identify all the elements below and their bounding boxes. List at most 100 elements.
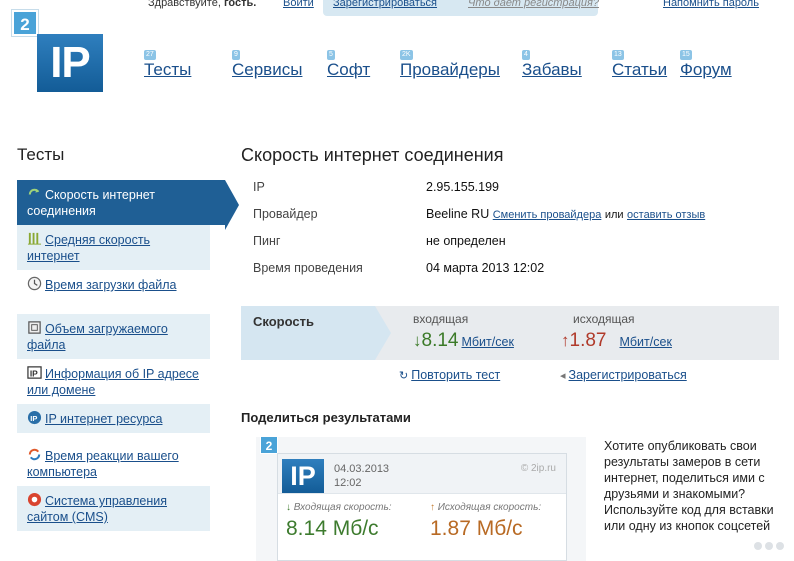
nav-item-services[interactable]: 9 Сервисы <box>232 50 302 80</box>
nav-label[interactable]: Тесты <box>144 60 191 80</box>
share-card-incoming-value: 8.14 Мб/с <box>286 517 379 540</box>
nav-item-fun[interactable]: 4 Забавы <box>522 50 582 80</box>
login-link[interactable]: Войти <box>283 0 314 9</box>
share-card-datetime: 04.03.2013 12:02 <box>334 462 389 490</box>
outgoing-unit-link[interactable]: Мбит/сек <box>619 335 671 349</box>
time-label: Время проведения <box>253 261 363 275</box>
share-card-date: 04.03.2013 <box>334 463 390 475</box>
ip-value: 2.95.155.199 <box>426 180 499 194</box>
ip-label: IP <box>253 180 265 194</box>
nav-label[interactable]: Забавы <box>522 60 582 80</box>
sidebar-item-file-size[interactable]: Объем загружаемого файла <box>17 314 210 359</box>
svg-text:IP: IP <box>30 414 37 423</box>
guest-label: гость. <box>223 0 257 9</box>
down-arrow-icon: ↓ <box>286 502 291 513</box>
change-provider-link[interactable]: Сменить провайдера <box>493 209 602 221</box>
share-card-outgoing-label-group: ↑ Исходящая скорость: <box>430 502 541 513</box>
retest-link[interactable]: Повторить тест <box>411 368 500 382</box>
carousel-dots[interactable] <box>751 537 784 555</box>
provider-value-group: Beeline RU Сменить провайдера или остави… <box>426 207 705 221</box>
outgoing-value: 1.87 <box>569 330 607 351</box>
arrow-left-icon: ◂ <box>560 370 566 382</box>
nav-item-tests[interactable]: 27 Тесты <box>144 50 191 80</box>
carousel-dot[interactable] <box>776 542 784 550</box>
outgoing-speed: исходящая ↑1.87 Мбит/сек <box>561 312 672 352</box>
time-value: 04 марта 2013 12:02 <box>426 261 545 275</box>
nav-label[interactable]: Форум <box>680 60 732 80</box>
up-arrow-icon: ↑ <box>430 502 435 513</box>
sidebar-item-label: IP интернет ресурса <box>45 412 163 426</box>
remind-password-link[interactable]: Напомнить пароль <box>663 0 759 9</box>
site-logo[interactable]: IP <box>37 34 103 92</box>
carousel-dot[interactable] <box>765 542 773 550</box>
nav-item-soft[interactable]: 5 Софт <box>327 50 370 80</box>
share-card-tab: 2 <box>260 436 278 454</box>
nav-count: 4 <box>522 50 530 60</box>
nav-item-providers[interactable]: 2K Провайдеры <box>400 50 500 80</box>
share-card-incoming: ↓ Входящая скорость: 8.14 Мб/с <box>286 502 392 541</box>
sidebar-item-label: Информация об IP адресе или домене <box>27 367 199 397</box>
incoming-value-group: ↓8.14 Мбит/сек <box>413 330 514 352</box>
carousel-dot[interactable] <box>754 542 762 550</box>
speed-panel: Скорость входящая ↓8.14 Мбит/сек исходяща… <box>241 306 779 360</box>
clock-icon <box>27 276 42 291</box>
share-card-incoming-label: Входящая скорость: <box>293 502 392 513</box>
ip-info-icon: IP <box>27 366 42 379</box>
sidebar: Скорость интернет соединения Средняя ско… <box>17 180 239 531</box>
share-card-header: IP 04.03.2013 12:02 © 2ip.ru <box>278 454 566 494</box>
nav-count: 5 <box>327 50 335 60</box>
share-card[interactable]: IP 04.03.2013 12:02 © 2ip.ru ↓ Входящая … <box>277 453 567 561</box>
share-card-logo: IP <box>282 459 324 493</box>
file-size-icon <box>28 321 41 334</box>
incoming-value: 8.14 <box>421 330 459 351</box>
share-card-outgoing: ↑ Исходящая скорость: 1.87 Мб/с <box>430 502 541 541</box>
nav-label[interactable]: Статьи <box>612 60 667 80</box>
outgoing-label: исходящая <box>573 312 635 326</box>
sidebar-item-ip-resource[interactable]: IP IP интернет ресурса <box>17 404 210 433</box>
nav-item-articles[interactable]: 13 Статьи <box>612 50 667 80</box>
share-title: Поделиться результатами <box>241 410 411 425</box>
share-description: Хотите опубликовать свои результаты заме… <box>604 439 774 533</box>
logo-tab[interactable]: 2 <box>12 10 38 36</box>
sidebar-item-label: Объем загружаемого файла <box>27 322 168 352</box>
speed-label: Скорость <box>241 306 391 360</box>
sidebar-item-download-time[interactable]: Время загрузки файла <box>17 270 210 299</box>
nav-count: 15 <box>680 50 692 60</box>
nav-count: 27 <box>144 50 156 60</box>
sidebar-title: Тесты <box>17 145 65 164</box>
share-card-outgoing-value: 1.87 Мб/с <box>430 517 523 540</box>
nav-label[interactable]: Сервисы <box>232 60 302 80</box>
sidebar-item-label: Средняя скорость интернет <box>27 233 151 263</box>
nav-count: 13 <box>612 50 624 60</box>
sidebar-item-average-speed[interactable]: Средняя скорость интернет <box>17 225 210 270</box>
incoming-label: входящая <box>413 312 469 326</box>
why-register-link[interactable]: Что дает регистрация? <box>468 0 599 9</box>
top-bar: Здравствуйте, гость. Войти Зарегистриров… <box>138 0 794 16</box>
sidebar-item-cms[interactable]: Система управления сайтом (CMS) <box>17 486 210 531</box>
sidebar-item-reaction-time[interactable]: Время реакции вашего компьютера <box>17 441 210 486</box>
page-title: Скорость интернет соединения <box>241 145 504 165</box>
nav-count: 2K <box>400 50 413 60</box>
share-card-time: 12:02 <box>334 477 362 489</box>
sidebar-item-label: Система управления сайтом (CMS) <box>27 494 167 524</box>
sidebar-item-label: Время реакции вашего компьютера <box>27 449 179 479</box>
register-link[interactable]: Зарегистрироваться <box>569 368 687 382</box>
ip-resource-icon: IP <box>27 410 42 425</box>
nav-item-forum[interactable]: 15 Форум <box>680 50 732 80</box>
sidebar-item-speed-test[interactable]: Скорость интернет соединения <box>17 180 239 230</box>
nav-count: 9 <box>232 50 240 60</box>
sidebar-item-ip-info[interactable]: IP Информация об IP адресе или домене <box>17 359 210 404</box>
refresh-icon <box>28 448 41 461</box>
retest-action[interactable]: ↻ Повторить тест <box>399 368 500 382</box>
retry-icon: ↻ <box>399 370 409 382</box>
nav-label[interactable]: Провайдеры <box>400 60 500 80</box>
share-card-outgoing-label: Исходящая скорость: <box>437 502 542 513</box>
register-action[interactable]: ◂ Зарегистрироваться <box>560 368 687 382</box>
provider-value: Beeline RU <box>426 207 490 221</box>
cms-icon <box>27 492 42 507</box>
leave-review-link[interactable]: оставить отзыв <box>627 209 705 221</box>
incoming-unit-link[interactable]: Мбит/сек <box>461 335 513 349</box>
nav-label[interactable]: Софт <box>327 60 370 80</box>
outgoing-value-group: ↑1.87 Мбит/сек <box>561 330 672 352</box>
